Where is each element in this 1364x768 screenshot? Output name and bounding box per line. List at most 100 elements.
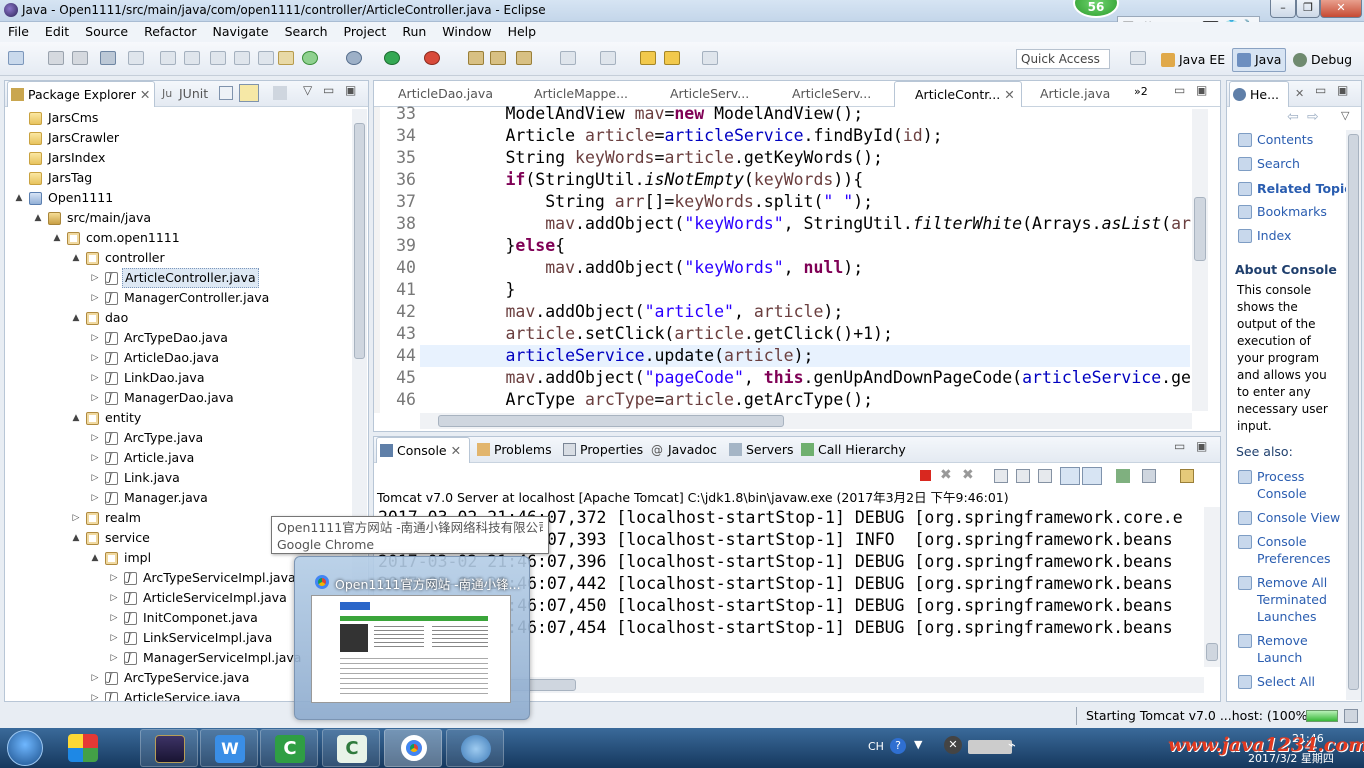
expand-toggle-icon[interactable]: ▲ <box>70 308 82 328</box>
tree-item[interactable]: ▲ src/main/java <box>5 208 350 228</box>
tab-servers[interactable]: Servers <box>726 437 794 463</box>
help-close-icon[interactable]: ✕ <box>1295 87 1304 100</box>
expand-toggle-icon[interactable]: ▷ <box>89 468 101 488</box>
console-minimize-icon[interactable]: ▭ <box>1174 439 1185 453</box>
chrome-thumbnail-preview[interactable]: Open1111官方网站 -南通小锋... <box>294 556 530 720</box>
tree-item[interactable]: JarsTag <box>5 168 350 188</box>
tree-item[interactable]: ▷ ArticleDao.java <box>5 348 350 369</box>
code-line[interactable]: article.setClick(article.getClick()+1); <box>426 323 892 345</box>
tree-item[interactable]: JarsCms <box>5 108 350 128</box>
tab-problems[interactable]: Problems <box>474 437 554 463</box>
close-tab-icon[interactable]: ✕ <box>451 443 461 458</box>
close-tab-icon[interactable]: ✕ <box>1004 87 1014 102</box>
help-scroll-thumb[interactable] <box>1348 134 1359 690</box>
pin-console-icon[interactable] <box>1116 469 1130 483</box>
expand-toggle-icon[interactable]: ▷ <box>89 328 101 348</box>
search-toolbar-icon[interactable] <box>516 51 532 65</box>
help-link-0[interactable]: Contents <box>1257 132 1313 147</box>
menu-project[interactable]: Project <box>336 22 395 42</box>
debug-icon[interactable] <box>346 51 362 65</box>
open-console-icon[interactable] <box>1180 469 1194 483</box>
expand-toggle-icon[interactable]: ▷ <box>89 668 101 688</box>
start-button[interactable] <box>4 728 46 768</box>
new-icon[interactable] <box>8 51 24 65</box>
help-minimize-icon[interactable]: ▭ <box>1315 83 1326 97</box>
menu-refactor[interactable]: Refactor <box>136 22 204 42</box>
related-link-4[interactable]: Remove Launch <box>1257 632 1308 666</box>
expand-toggle-icon[interactable]: ▷ <box>108 588 120 608</box>
minimize-view-icon[interactable]: ▽ <box>303 83 312 97</box>
expand-toggle-icon[interactable]: ▷ <box>89 488 101 508</box>
new-java-project-icon[interactable] <box>278 51 294 65</box>
view-menu-icon[interactable] <box>273 86 287 100</box>
tree-item[interactable]: JarsIndex <box>5 148 350 168</box>
expand-toggle-icon[interactable]: ▷ <box>89 288 101 308</box>
menu-edit[interactable]: Edit <box>37 22 77 42</box>
collapse-all-icon[interactable] <box>219 86 233 100</box>
code-line[interactable]: Article article=articleService.findById(… <box>426 125 942 147</box>
run-icon[interactable] <box>384 51 400 65</box>
last-edit-icon[interactable] <box>640 51 656 65</box>
tree-item[interactable]: ▲ entity <box>5 408 350 428</box>
refresh-icon[interactable] <box>210 51 226 65</box>
open-type-icon[interactable] <box>468 51 484 65</box>
expand-toggle-icon[interactable]: ▷ <box>108 648 120 668</box>
related-link-3[interactable]: Remove All Terminated Launches <box>1257 574 1327 625</box>
view-minimize-icon[interactable]: ▭ <box>323 83 334 97</box>
tree-item[interactable]: ▷ ManagerController.java <box>5 288 350 309</box>
print-icon[interactable] <box>100 51 116 65</box>
expand-toggle-icon[interactable]: ▷ <box>108 628 120 648</box>
editor-minimize-icon[interactable]: ▭ <box>1174 83 1185 97</box>
tree-item[interactable]: ▷ Manager.java <box>5 488 350 509</box>
tree-item[interactable]: JarsCrawler <box>5 128 350 148</box>
menu-window[interactable]: Window <box>434 22 499 42</box>
editor-scroll-thumb[interactable] <box>1194 197 1206 261</box>
maximize-button[interactable]: ❐ <box>1296 0 1320 18</box>
expand-toggle-icon[interactable]: ▷ <box>89 388 101 408</box>
taskbar-app-chrome[interactable] <box>384 729 442 767</box>
console-maximize-icon[interactable]: ▣ <box>1196 439 1207 453</box>
new-class-icon[interactable] <box>302 51 318 65</box>
scroll-lock-icon[interactable] <box>1016 469 1030 483</box>
publish-icon[interactable] <box>258 51 274 65</box>
console-scroll-thumb[interactable] <box>1206 643 1218 661</box>
tab-help[interactable]: He... <box>1229 81 1289 107</box>
menu-source[interactable]: Source <box>77 22 136 42</box>
tab-properties[interactable]: Properties <box>560 437 644 463</box>
expand-toggle-icon[interactable]: ▷ <box>89 428 101 448</box>
expand-toggle-icon[interactable]: ▷ <box>89 268 101 288</box>
tray-network-icon[interactable]: ⌁ <box>1008 738 1016 753</box>
tab-console[interactable]: Console ✕ <box>376 437 470 463</box>
save-all-icon[interactable] <box>72 51 88 65</box>
help-link-3[interactable]: Bookmarks <box>1257 204 1327 219</box>
editor-tab-overflow[interactable]: »2 <box>1134 85 1148 98</box>
tree-item[interactable]: ▲ Open1111 <box>5 188 350 208</box>
tab-javadoc[interactable]: @ Javadoc <box>648 437 718 463</box>
related-link-1[interactable]: Console View <box>1257 509 1340 526</box>
tree-item[interactable]: ▷ ArcType.java <box>5 428 350 449</box>
help-tray-icon[interactable]: ? <box>890 738 906 754</box>
expand-toggle-icon[interactable]: ▲ <box>89 548 101 568</box>
progress-view-icon[interactable] <box>1344 709 1358 723</box>
related-link-0[interactable]: Process Console <box>1257 468 1307 502</box>
show-stdout-icon[interactable] <box>1060 467 1080 485</box>
tray-lang[interactable]: CH <box>868 740 884 753</box>
quick-access-input[interactable]: Quick Access <box>1016 49 1110 69</box>
editor-horizontal-scrollbar[interactable] <box>420 413 1192 429</box>
annotation-prev-icon[interactable] <box>600 51 616 65</box>
save-icon[interactable] <box>48 51 64 65</box>
menu-run[interactable]: Run <box>394 22 434 42</box>
minimize-button[interactable]: – <box>1270 0 1296 18</box>
notification-badge[interactable]: 56 <box>1073 0 1119 18</box>
help-maximize-icon[interactable]: ▣ <box>1337 83 1348 97</box>
close-button[interactable]: ✕ <box>1320 0 1362 18</box>
link-with-editor-icon[interactable] <box>239 84 259 102</box>
help-link-2[interactable]: Related Topics <box>1257 181 1359 196</box>
view-maximize-icon[interactable]: ▣ <box>345 83 356 97</box>
editor-maximize-icon[interactable]: ▣ <box>1196 83 1207 97</box>
code-line[interactable]: mav.addObject("article", article); <box>426 301 843 323</box>
close-tab-icon[interactable]: ✕ <box>140 87 150 102</box>
tree-item[interactable]: ▷ Link.java <box>5 468 350 489</box>
remove-all-icon[interactable]: ✖ <box>962 467 974 483</box>
console-vertical-scrollbar[interactable] <box>1204 507 1220 667</box>
